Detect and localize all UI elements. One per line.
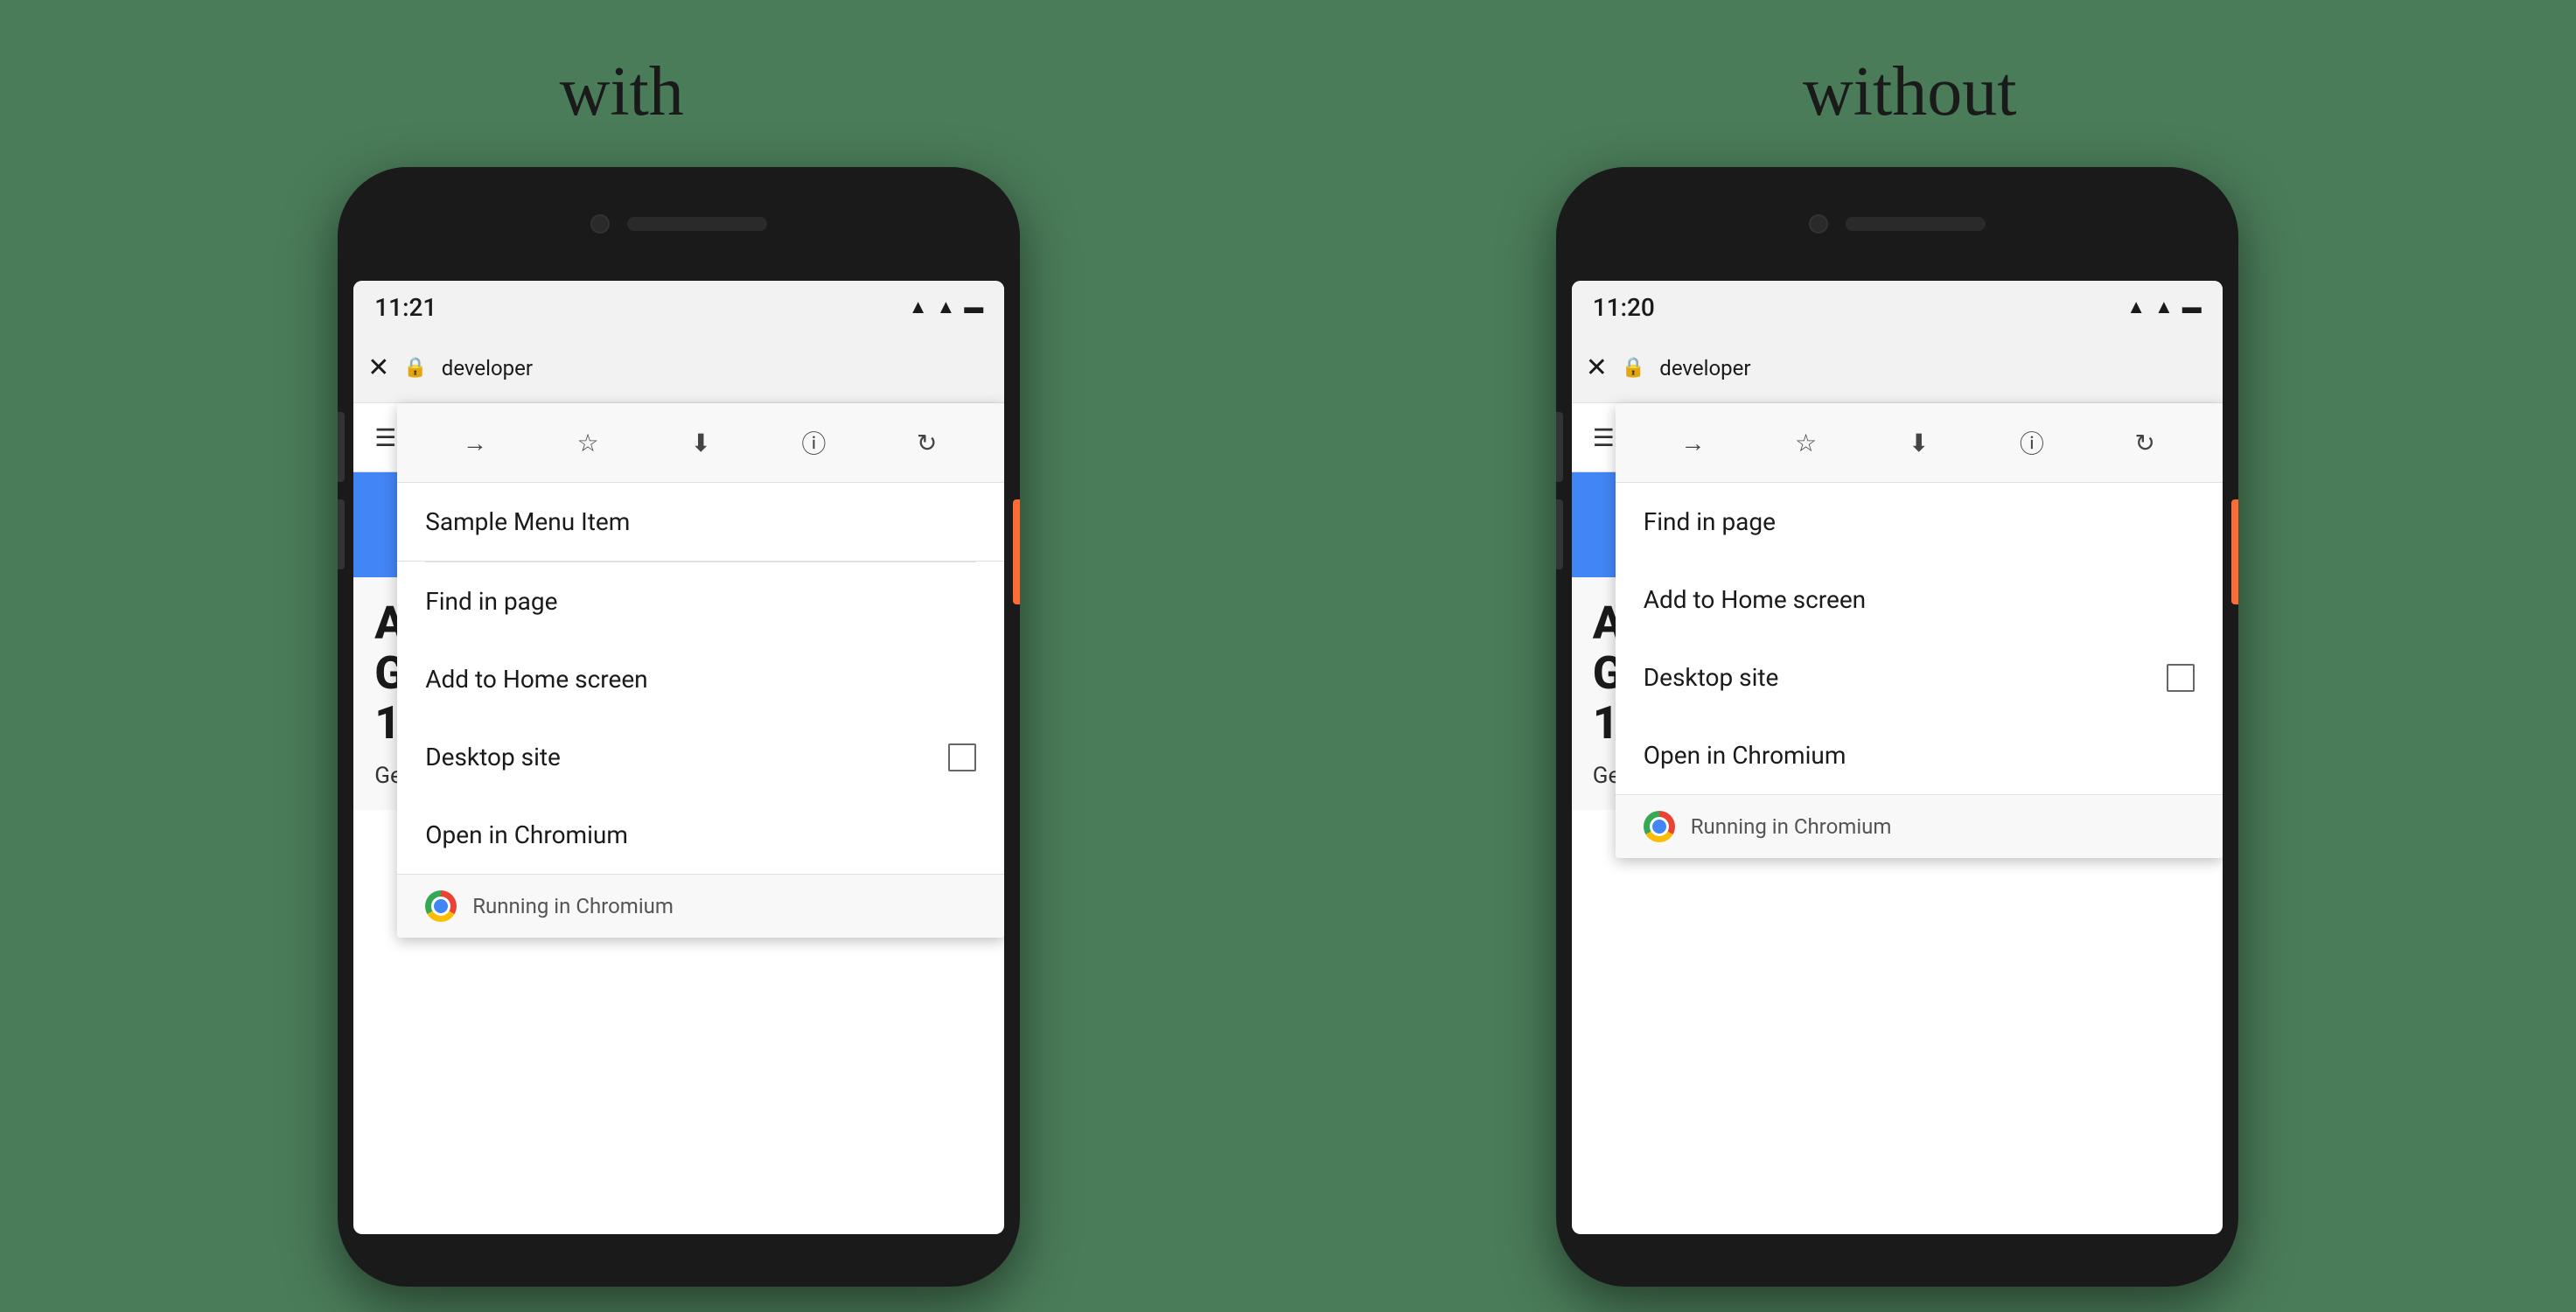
right-phone-notch (1556, 167, 2238, 281)
left-phone-container: 11:21 ▲ ▲ ▬ ✕ 🔒 developer ☰ develo (176, 167, 1182, 1287)
right-menu-refresh-icon[interactable]: ↻ (2123, 421, 2167, 464)
right-menu-download-icon[interactable]: ⬇ (1897, 421, 1941, 464)
left-menu-item-sample-label: Sample Menu Item (425, 507, 630, 536)
left-menu-item-find-label: Find in page (425, 587, 557, 616)
left-phone-screen: 11:21 ▲ ▲ ▬ ✕ 🔒 developer ☰ develo (353, 281, 1004, 1234)
right-menu-icons-row: → ☆ ⬇ ⓘ ↻ (1616, 403, 2223, 483)
right-url-text[interactable]: developer (1659, 356, 2208, 380)
labels-row: with without (0, 0, 2576, 167)
left-running-in-chromium-text: Running in Chromium (472, 894, 674, 918)
right-speaker (1846, 217, 1986, 231)
left-camera (590, 214, 610, 234)
right-menu-item-add-home-label: Add to Home screen (1644, 585, 1866, 614)
right-lock-icon: 🔒 (1622, 357, 1645, 379)
left-menu-item-open-chromium[interactable]: Open in Chromium (397, 796, 1004, 874)
right-status-time: 11:20 (1593, 293, 1655, 322)
left-menu-download-icon[interactable]: ⬇ (679, 421, 723, 464)
left-menu-bookmark-icon[interactable]: ☆ (566, 421, 610, 464)
left-power-btn (1013, 499, 1020, 604)
right-close-icon[interactable]: ✕ (1586, 352, 1608, 383)
right-hamburger-icon[interactable]: ☰ (1593, 423, 1615, 452)
left-menu-item-open-chromium-label: Open in Chromium (425, 820, 628, 849)
left-menu-forward-icon[interactable]: → (453, 421, 497, 464)
right-power-btn (2231, 499, 2238, 604)
right-phone-body: 11:20 ▲ ▲ ▬ ✕ 🔒 developer ☰ develo (1556, 167, 2238, 1287)
right-running-in-chromium-text: Running in Chromium (1691, 814, 1892, 839)
left-vol-up (338, 412, 345, 482)
left-desktop-checkbox[interactable] (948, 743, 976, 771)
right-chrome-bar[interactable]: ✕ 🔒 developer (1572, 333, 2223, 403)
left-phone-notch (338, 167, 1020, 281)
left-menu-item-add-home[interactable]: Add to Home screen (397, 640, 1004, 718)
left-status-time: 11:21 (374, 293, 436, 322)
right-menu-item-find[interactable]: Find in page (1616, 483, 2223, 561)
left-wifi-icon: ▲ (909, 296, 928, 318)
right-menu-forward-icon[interactable]: → (1671, 421, 1714, 464)
right-vol-up (1556, 412, 1563, 482)
left-hamburger-icon[interactable]: ☰ (374, 423, 396, 452)
right-desktop-checkbox[interactable] (2167, 664, 2195, 692)
left-menu-item-desktop[interactable]: Desktop site (397, 718, 1004, 796)
right-menu-item-open-chromium[interactable]: Open in Chromium (1616, 716, 2223, 794)
left-menu-item-desktop-label: Desktop site (425, 743, 561, 771)
left-status-icons: ▲ ▲ ▬ (909, 296, 984, 318)
left-close-icon[interactable]: ✕ (367, 352, 389, 383)
right-vol-down (1556, 499, 1563, 569)
left-menu-footer: Running in Chromium (397, 874, 1004, 938)
right-menu-info-icon[interactable]: ⓘ (2010, 421, 2054, 464)
left-vol-down (338, 499, 345, 569)
left-menu-item-find[interactable]: Find in page (397, 562, 1004, 640)
left-signal-icon: ▲ (936, 296, 955, 318)
left-menu-item-sample[interactable]: Sample Menu Item (397, 483, 1004, 562)
without-label: without (1803, 52, 2016, 132)
right-menu-item-open-chromium-label: Open in Chromium (1644, 741, 1846, 770)
left-menu-refresh-icon[interactable]: ↻ (905, 421, 949, 464)
left-menu-item-add-home-label: Add to Home screen (425, 665, 647, 694)
right-menu-item-add-home[interactable]: Add to Home screen (1616, 561, 2223, 639)
right-signal-icon: ▲ (2154, 296, 2174, 318)
left-speaker (627, 217, 767, 231)
left-battery-icon: ▬ (964, 296, 983, 318)
left-chrome-bar[interactable]: ✕ 🔒 developer (353, 333, 1004, 403)
right-wifi-icon: ▲ (2126, 296, 2146, 318)
phones-row: 11:21 ▲ ▲ ▬ ✕ 🔒 developer ☰ develo (0, 167, 2576, 1287)
right-phone-container: 11:20 ▲ ▲ ▬ ✕ 🔒 developer ☰ develo (1394, 167, 2400, 1287)
right-status-icons: ▲ ▲ ▬ (2126, 296, 2202, 318)
right-chromium-icon (1644, 811, 1675, 842)
right-camera (1809, 214, 1828, 234)
left-menu-icons-row: → ☆ ⬇ ⓘ ↻ (397, 403, 1004, 483)
right-menu-bookmark-icon[interactable]: ☆ (1784, 421, 1828, 464)
right-menu-item-find-label: Find in page (1644, 507, 1776, 536)
left-url-text[interactable]: developer (442, 356, 990, 380)
right-phone-screen: 11:20 ▲ ▲ ▬ ✕ 🔒 developer ☰ develo (1572, 281, 2223, 1234)
left-lock-icon: 🔒 (403, 357, 427, 379)
right-battery-icon: ▬ (2182, 296, 2202, 318)
right-status-bar: 11:20 ▲ ▲ ▬ (1572, 281, 2223, 333)
right-menu-footer: Running in Chromium (1616, 794, 2223, 858)
left-phone-body: 11:21 ▲ ▲ ▬ ✕ 🔒 developer ☰ develo (338, 167, 1020, 1287)
right-menu-item-desktop-label: Desktop site (1644, 663, 1779, 692)
left-chromium-icon (425, 890, 457, 922)
left-menu-info-icon[interactable]: ⓘ (792, 421, 835, 464)
right-menu-overlay[interactable]: → ☆ ⬇ ⓘ ↻ Find in page Add to Home scree… (1616, 403, 2223, 858)
left-status-bar: 11:21 ▲ ▲ ▬ (353, 281, 1004, 333)
right-menu-item-desktop[interactable]: Desktop site (1616, 639, 2223, 716)
left-menu-overlay[interactable]: → ☆ ⬇ ⓘ ↻ Sample Menu Item Find in page (397, 403, 1004, 938)
with-label: with (560, 52, 684, 132)
